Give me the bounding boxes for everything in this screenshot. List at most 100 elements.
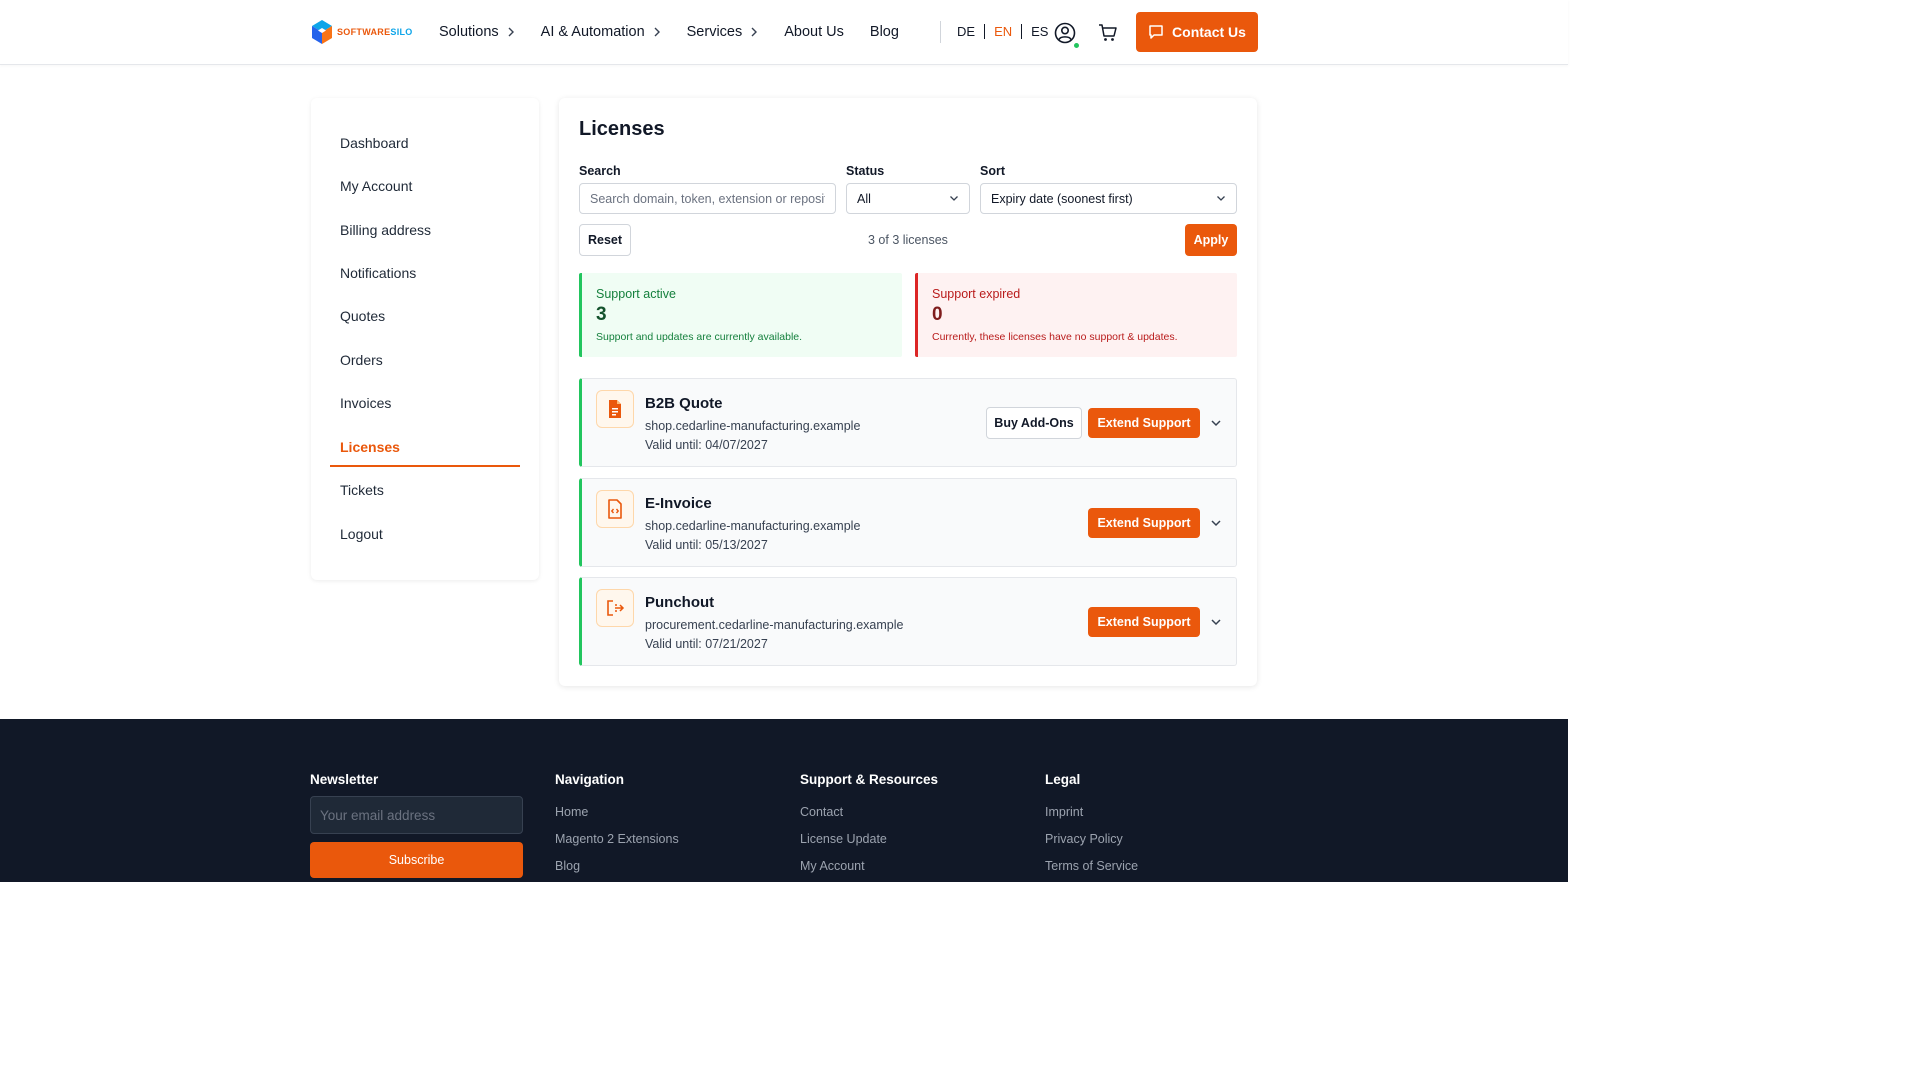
- cart-icon[interactable]: [1098, 23, 1118, 43]
- sort-label: Sort: [980, 164, 1005, 178]
- sidebar-item-notifications[interactable]: Notifications: [340, 265, 416, 281]
- contact-us-label: Contact Us: [1172, 24, 1246, 40]
- footer-link-privacy-policy[interactable]: Privacy Policy: [1045, 832, 1123, 846]
- license-name: E-Invoice: [645, 495, 712, 512]
- search-field: [579, 183, 836, 214]
- lang-de[interactable]: DE: [957, 24, 975, 39]
- support-active-count: 3: [596, 304, 607, 325]
- footer-legal-column: Legal: [1045, 771, 1080, 789]
- nav-blog[interactable]: Blog: [870, 24, 899, 40]
- footer-newsletter-column: Newsletter: [310, 771, 378, 789]
- reset-button[interactable]: Reset: [579, 224, 631, 256]
- sidebar-item-invoices[interactable]: Invoices: [340, 395, 391, 411]
- sidebar-item-logout[interactable]: Logout: [340, 526, 383, 542]
- code-file-icon: [608, 499, 622, 519]
- apply-button[interactable]: Apply: [1185, 224, 1237, 256]
- license-count: 3 of 3 licenses: [868, 233, 948, 247]
- logo-text: SOFTWARESILO: [337, 27, 413, 37]
- online-status-dot: [1073, 42, 1080, 49]
- status-label: Status: [846, 164, 885, 178]
- lang-separator: [984, 24, 986, 39]
- sidebar-item-licenses[interactable]: Licenses: [340, 439, 400, 455]
- subscribe-button[interactable]: Subscribe: [310, 842, 523, 878]
- search-label: Search: [579, 164, 621, 178]
- document-icon: [609, 400, 621, 418]
- license-domain: shop.cedarline-manufacturing.example: [645, 419, 861, 433]
- license-valid-until: Valid until: 04/07/2027: [645, 438, 768, 452]
- footer-link-contact[interactable]: Contact: [800, 805, 843, 819]
- active-item-underline: [330, 465, 520, 467]
- footer-link-my-account[interactable]: My Account: [800, 859, 865, 873]
- chevron-down-icon[interactable]: [1210, 616, 1222, 628]
- footer-link-home[interactable]: Home: [555, 805, 588, 819]
- main-nav: Solutions AI & Automation Services About…: [439, 0, 925, 64]
- lang-es[interactable]: ES: [1031, 24, 1048, 39]
- newsletter-email-input[interactable]: [320, 807, 513, 823]
- nav-solutions[interactable]: Solutions: [439, 24, 515, 40]
- punchout-icon: [607, 600, 625, 616]
- footer-support-heading: Support & Resources: [800, 772, 939, 787]
- buy-add-ons-button[interactable]: Buy Add-Ons: [986, 407, 1082, 439]
- lang-en[interactable]: EN: [994, 24, 1012, 39]
- chevron-down-icon[interactable]: [1210, 517, 1222, 529]
- footer-link-magento-extensions[interactable]: Magento 2 Extensions: [555, 832, 679, 846]
- license-card: B2B Quote shop.cedarline-manufacturing.e…: [579, 378, 1237, 467]
- site-header: SOFTWARESILO Solutions AI & Automation S…: [0, 0, 1568, 65]
- license-icon-wrap: [596, 589, 634, 627]
- extend-support-button[interactable]: Extend Support: [1088, 508, 1200, 538]
- search-input[interactable]: [590, 191, 825, 206]
- license-name: B2B Quote: [645, 395, 723, 412]
- support-expired-count: 0: [932, 304, 943, 325]
- license-card: Punchout procurement.cedarline-manufactu…: [579, 577, 1237, 666]
- extend-support-button[interactable]: Extend Support: [1088, 607, 1200, 637]
- extend-support-button[interactable]: Extend Support: [1088, 408, 1200, 438]
- status-select-value: All: [857, 191, 871, 206]
- nav-about-us[interactable]: About Us: [784, 24, 844, 40]
- chevron-down-icon[interactable]: [1210, 417, 1222, 429]
- support-expired-description: Currently, these licenses have no suppor…: [932, 331, 1178, 343]
- license-domain: procurement.cedarline-manufacturing.exam…: [645, 618, 904, 632]
- sidebar-item-dashboard[interactable]: Dashboard: [340, 135, 409, 151]
- chevron-down-icon: [950, 196, 958, 201]
- contact-us-button[interactable]: Contact Us: [1136, 12, 1258, 52]
- support-active-card: Support active 3 Support and updates are…: [579, 273, 902, 357]
- sidebar-item-my-account[interactable]: My Account: [340, 178, 412, 194]
- license-card: E-Invoice shop.cedarline-manufacturing.e…: [579, 478, 1237, 567]
- page-title: Licenses: [579, 118, 665, 140]
- footer-link-terms-of-service[interactable]: Terms of Service: [1045, 859, 1138, 873]
- site-footer: Newsletter Subscribe Navigation Home Mag…: [0, 719, 1568, 882]
- license-valid-until: Valid until: 05/13/2027: [645, 538, 768, 552]
- footer-legal-heading: Legal: [1045, 772, 1081, 787]
- chevron-right-icon: [654, 27, 660, 37]
- account-sidebar: Dashboard My Account Billing address Not…: [311, 98, 539, 580]
- chevron-right-icon: [751, 27, 758, 37]
- footer-link-blog[interactable]: Blog: [555, 859, 580, 873]
- chat-icon: [1149, 25, 1163, 39]
- nav-ai-automation[interactable]: AI & Automation: [541, 24, 661, 40]
- license-valid-until: Valid until: 07/21/2027: [645, 637, 768, 651]
- language-switcher: DE EN ES: [957, 24, 1048, 39]
- license-icon-wrap: [596, 490, 634, 528]
- license-icon-wrap: [596, 390, 634, 428]
- support-expired-label: Support expired: [932, 287, 1021, 301]
- sort-select[interactable]: Expiry date (soonest first): [980, 183, 1237, 214]
- newsletter-email-field: [310, 796, 523, 834]
- nav-services[interactable]: Services: [687, 24, 759, 40]
- user-account-icon[interactable]: [1054, 22, 1076, 44]
- chevron-right-icon: [508, 27, 514, 37]
- footer-link-imprint[interactable]: Imprint: [1045, 805, 1083, 819]
- footer-support-column: Support & Resources: [800, 771, 938, 789]
- sidebar-item-tickets[interactable]: Tickets: [340, 482, 384, 498]
- footer-link-license-update[interactable]: License Update: [800, 832, 887, 846]
- support-active-description: Support and updates are currently availa…: [596, 331, 803, 343]
- lang-separator: [1021, 24, 1023, 39]
- footer-navigation-column: Navigation: [555, 771, 624, 789]
- sidebar-item-orders[interactable]: Orders: [340, 352, 383, 368]
- sidebar-item-billing-address[interactable]: Billing address: [340, 222, 431, 238]
- licenses-panel: Licenses Search Status All Sort Expiry d…: [559, 98, 1257, 686]
- header-divider: [940, 21, 941, 43]
- status-select[interactable]: All: [846, 183, 970, 214]
- logo[interactable]: SOFTWARESILO: [311, 19, 413, 45]
- sort-select-value: Expiry date (soonest first): [991, 191, 1133, 206]
- sidebar-item-quotes[interactable]: Quotes: [340, 308, 385, 324]
